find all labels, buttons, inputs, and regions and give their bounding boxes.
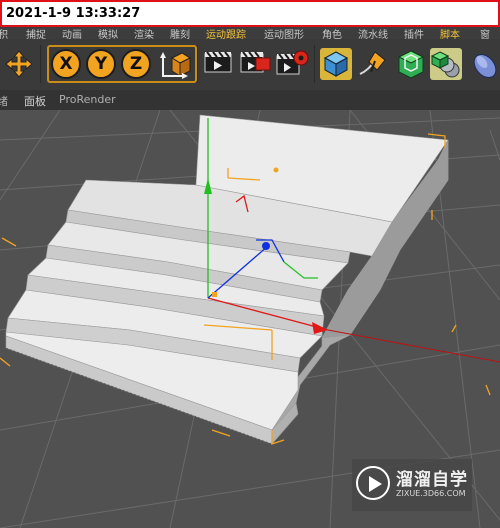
y-axis-icon[interactable]: Y xyxy=(86,49,116,79)
menu-item-render[interactable]: 渲染 xyxy=(134,27,154,39)
watermark-url: ZIXUE.3D66.COM xyxy=(396,489,466,498)
render-view-button[interactable] xyxy=(202,48,234,80)
render-picture-viewer-button[interactable] xyxy=(238,48,271,80)
menu-item-mesh[interactable]: 积 xyxy=(0,27,8,39)
move-icon xyxy=(5,50,33,78)
menu-item-simulate[interactable]: 模拟 xyxy=(98,27,118,39)
deformer-button[interactable] xyxy=(467,48,499,80)
subdivision-button[interactable] xyxy=(394,48,426,80)
cloner-button[interactable] xyxy=(430,48,462,80)
cube-button[interactable] xyxy=(320,48,352,80)
menu-item-script[interactable]: 脚本 xyxy=(440,27,460,39)
menu-item-character[interactable]: 角色 xyxy=(322,27,342,39)
menu-item-sculpt[interactable]: 雕刻 xyxy=(170,27,190,39)
subdivision-icon xyxy=(397,50,425,79)
pen-icon xyxy=(359,51,386,75)
render-picture-viewer-icon xyxy=(240,51,271,73)
staircase-model xyxy=(5,114,449,445)
menu-bar: 积 捕捉 动画 模拟 渲染 雕刻 运动跟踪 运动图形 角色 流水线 插件 脚本 … xyxy=(0,27,500,39)
move-tool-button[interactable] xyxy=(3,48,35,80)
render-settings-icon xyxy=(276,50,309,75)
toolbar: X Y Z xyxy=(0,39,500,90)
render-settings-button[interactable] xyxy=(274,48,309,80)
x-axis-icon[interactable]: X xyxy=(51,49,81,79)
menu-item-animate[interactable]: 动画 xyxy=(62,27,82,39)
menu-item-window[interactable]: 窗 xyxy=(480,27,490,39)
watermark-title: 溜溜自学 xyxy=(396,470,468,490)
menu-item-mograph[interactable]: 运动图形 xyxy=(264,27,304,39)
coordinate-system-icon xyxy=(160,52,192,79)
timestamp-bar: 2021-1-9 13:33:27 xyxy=(0,0,500,27)
menu-item-snap[interactable]: 捕捉 xyxy=(26,27,46,39)
timestamp-text: 2021-1-9 13:33:27 xyxy=(6,6,141,21)
tab-filter[interactable]: 绪 xyxy=(0,93,8,109)
play-logo-icon xyxy=(356,466,390,500)
viewport-tab-bar: 绪 面板 ProRender xyxy=(0,90,500,110)
menu-item-plugins[interactable]: 插件 xyxy=(404,27,424,39)
cube-icon xyxy=(323,51,349,77)
cloner-icon xyxy=(430,51,460,78)
tab-panel[interactable]: 面板 xyxy=(24,93,46,109)
watermark: 溜溜自学 ZIXUE.3D66.COM xyxy=(352,459,472,511)
tab-prorender[interactable]: ProRender xyxy=(59,93,116,106)
menu-item-motion-tracking[interactable]: 运动跟踪 xyxy=(206,27,246,39)
deformer-icon xyxy=(473,53,497,79)
z-axis-icon[interactable]: Z xyxy=(121,49,151,79)
render-view-icon xyxy=(204,51,232,73)
coordinate-system-button[interactable] xyxy=(158,48,192,80)
pen-button[interactable] xyxy=(357,48,389,80)
menu-item-pipeline[interactable]: 流水线 xyxy=(358,27,388,39)
